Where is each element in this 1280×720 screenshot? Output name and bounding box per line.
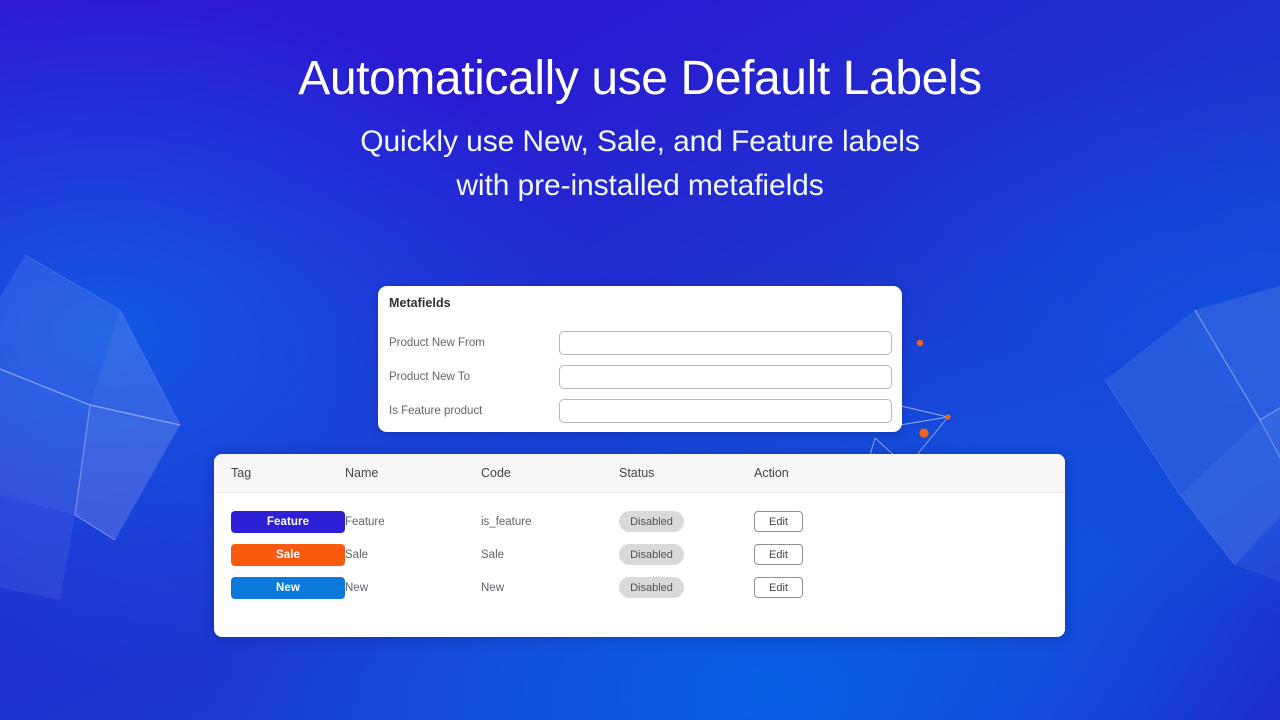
action-cell: Edit — [754, 577, 954, 598]
name-value: New — [345, 581, 369, 594]
table-row: Sale Sale Sale Disabled Edit — [214, 538, 1065, 571]
code-value: is_feature — [481, 515, 532, 528]
action-cell: Edit — [754, 511, 954, 532]
status-cell: Disabled — [619, 577, 754, 598]
hero-text-block: Automatically use Default Labels Quickly… — [0, 0, 1280, 208]
metafield-row-product-new-from: Product New From — [389, 330, 892, 356]
status-badge: Disabled — [619, 544, 684, 565]
edit-button[interactable]: Edit — [754, 544, 803, 565]
status-badge: Disabled — [619, 577, 684, 598]
column-header-name: Name — [345, 466, 379, 480]
page-subtitle: Quickly use New, Sale, and Feature label… — [0, 106, 1280, 208]
status-badge: Disabled — [619, 511, 684, 532]
metafield-input-is-feature-product[interactable] — [558, 399, 892, 423]
tag-cell: Sale — [214, 543, 345, 566]
metafield-input-product-new-to[interactable] — [558, 365, 892, 389]
metafield-label-product-new-to: Product New To — [389, 371, 470, 383]
polygon-decoration-left — [0, 255, 240, 615]
metafields-card: Metafields Product New From Product New … — [378, 286, 902, 432]
table-body-spacer — [214, 493, 1065, 505]
action-cell: Edit — [754, 544, 954, 565]
column-header-tag: Tag — [231, 466, 252, 480]
tag-cell: New — [214, 576, 345, 599]
name-cell: Sale — [345, 549, 481, 561]
subtitle-line-2: with pre-installed metafields — [456, 169, 824, 203]
metafield-row-product-new-to: Product New To — [389, 364, 892, 390]
tag-chip-feature: Feature — [231, 510, 345, 533]
polygon-decoration-right — [1085, 280, 1280, 610]
column-header-code: Code — [481, 466, 511, 480]
metafield-row-is-feature-product: Is Feature product — [389, 398, 892, 424]
promo-banner: Automatically use Default Labels Quickly… — [0, 0, 1280, 720]
metafield-input-product-new-from[interactable] — [558, 331, 892, 355]
name-cell: New — [345, 582, 481, 594]
code-cell: is_feature — [481, 516, 619, 528]
code-cell: Sale — [481, 549, 619, 561]
subtitle-line-1: Quickly use New, Sale, and Feature label… — [360, 125, 920, 159]
code-value: Sale — [481, 548, 505, 561]
metafield-label-product-new-from: Product New From — [389, 337, 485, 349]
status-cell: Disabled — [619, 511, 754, 532]
name-value: Sale — [345, 548, 369, 561]
table-row: Feature Feature is_feature Disabled Edit — [214, 505, 1065, 538]
status-cell: Disabled — [619, 544, 754, 565]
metafields-card-title: Metafields — [389, 296, 451, 310]
column-header-action: Action — [754, 466, 789, 480]
tag-chip-new: New — [231, 576, 345, 599]
page-title: Automatically use Default Labels — [298, 52, 982, 105]
code-cell: New — [481, 582, 619, 594]
labels-table-card: Tag Name Code Status Action Feature Feat… — [214, 454, 1065, 637]
metafield-label-is-feature-product: Is Feature product — [389, 405, 483, 417]
code-value: New — [481, 581, 505, 594]
column-header-status: Status — [619, 466, 655, 480]
tag-cell: Feature — [214, 510, 345, 533]
table-header-row: Tag Name Code Status Action — [214, 454, 1065, 493]
table-row: New New New Disabled Edit — [214, 571, 1065, 604]
tag-chip-sale: Sale — [231, 543, 345, 566]
edit-button[interactable]: Edit — [754, 577, 803, 598]
name-cell: Feature — [345, 516, 481, 528]
name-value: Feature — [345, 515, 385, 528]
edit-button[interactable]: Edit — [754, 511, 803, 532]
